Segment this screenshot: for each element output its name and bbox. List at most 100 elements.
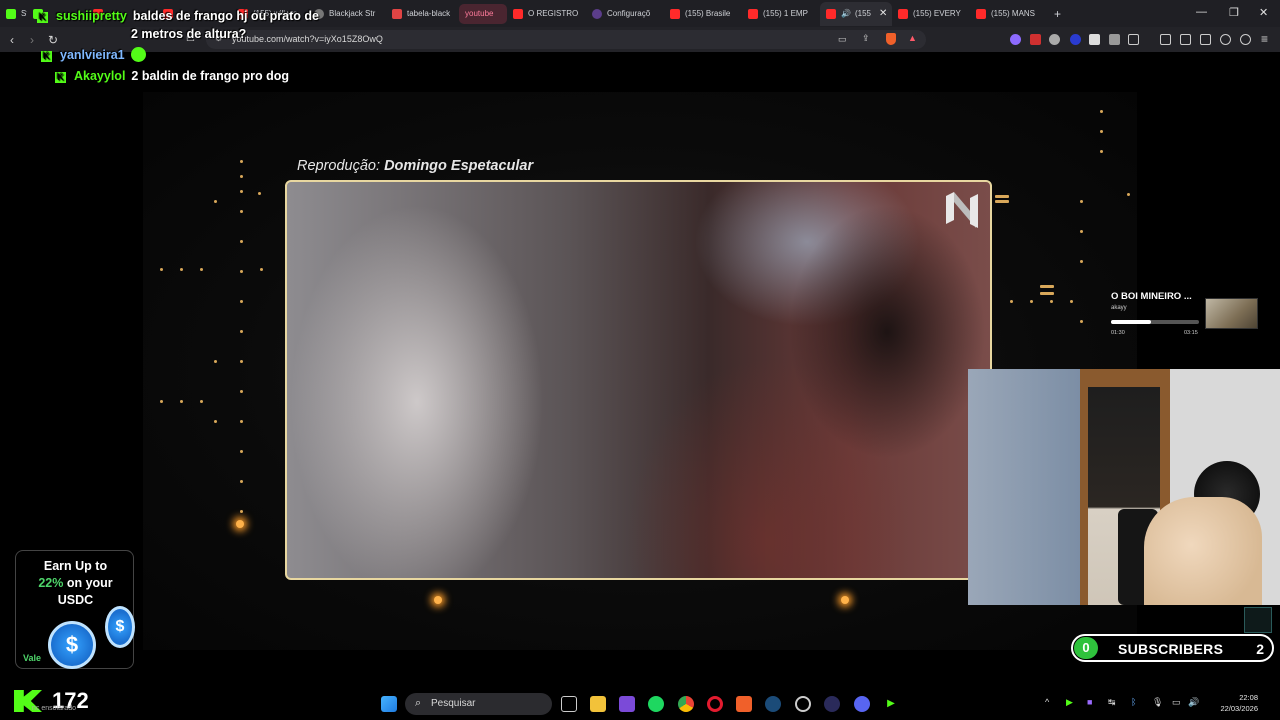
subscribers-right-count: 2 <box>1256 641 1264 657</box>
tab-label: (155) 1 EMP <box>763 9 808 18</box>
tab-youtube-search[interactable]: youtube <box>459 3 507 24</box>
speaker-icon[interactable]: 🔊 <box>841 9 851 18</box>
song-progress-bar <box>1111 320 1199 324</box>
extension-icon[interactable] <box>1089 34 1100 45</box>
reload-icon[interactable]: ↻ <box>48 33 58 47</box>
close-window-button[interactable]: ✕ <box>1259 6 1268 19</box>
minimize-button[interactable]: — <box>1196 6 1207 18</box>
usdc-ad-card[interactable]: Earn Up to 22% on your USDC $ $ Vale <box>15 550 135 669</box>
brave-icon[interactable] <box>736 696 752 712</box>
search-icon: ⌕ <box>415 697 422 709</box>
app-icon[interactable] <box>824 696 840 712</box>
tray-overflow-icon[interactable]: ^ <box>1045 697 1049 707</box>
ad-currency: USDC <box>57 593 94 607</box>
youtube-icon <box>976 8 986 19</box>
tab-mans[interactable]: (155) MANS <box>970 2 1048 26</box>
streaming-app-icon[interactable]: ▶ <box>883 696 899 712</box>
clock-time: 22:08 <box>1239 693 1258 702</box>
brave-shield-icon[interactable] <box>886 33 896 45</box>
song-artist: akayy <box>1111 305 1127 311</box>
channel-logo-icon <box>946 192 978 228</box>
clock-date: 22/03/2026 <box>1220 704 1258 713</box>
ad-footer: Vale <box>23 653 42 663</box>
extension-icon[interactable] <box>1070 34 1081 45</box>
caption-prefix: Reprodução: <box>297 158 381 174</box>
spotify-icon[interactable] <box>648 696 664 712</box>
tab-kick[interactable]: St <box>0 2 27 26</box>
app-icon[interactable] <box>795 696 811 712</box>
tab-configuracoes[interactable]: Configuraçõ <box>586 2 664 26</box>
steam-icon[interactable] <box>765 696 781 712</box>
extension-icon[interactable] <box>1128 34 1139 45</box>
chat-text: 2 metros de altura? <box>131 27 247 41</box>
tab-label: tabela-black <box>407 9 451 18</box>
kick-badge-icon: K <box>37 12 48 23</box>
address-bar[interactable]: ⚙ youtube.com/watch?v=iyXo15Z8OwQ ▭ ⇪ ▲ <box>206 30 926 49</box>
microphone-icon[interactable]: 🎙 <box>1152 697 1163 708</box>
tab-tabela[interactable]: tabela-black <box>386 2 459 26</box>
chat-username[interactable]: Akayylol <box>74 69 125 83</box>
song-total: 03:15 <box>1184 330 1198 336</box>
restore-button[interactable]: ❐ <box>1229 6 1239 19</box>
plus-icon: + <box>1054 6 1062 21</box>
discord-icon[interactable] <box>854 696 870 712</box>
chat-username[interactable]: sushiipretty <box>56 9 127 23</box>
tab-active-playing[interactable]: 🔊 (155 ✕ <box>820 1 892 26</box>
tray-app-icon[interactable]: ▶ <box>1066 697 1073 708</box>
taskbar-search[interactable]: ⌕ Pesquisar <box>405 693 552 715</box>
file-explorer-icon[interactable] <box>590 696 606 712</box>
tab-1emp[interactable]: (155) 1 EMP <box>742 2 820 26</box>
close-tab-icon[interactable]: ✕ <box>879 8 887 19</box>
video-caption: Reprodução: Domingo Espetacular <box>297 158 533 174</box>
tray-app-icon[interactable]: ■ <box>1087 697 1092 707</box>
channel-logo-small-icon <box>1244 607 1272 633</box>
song-progress-fill <box>1111 320 1152 324</box>
chat-text: baldes de frango hj ou prato de <box>132 9 319 23</box>
tab-registro[interactable]: O REGISTRO <box>507 2 586 26</box>
bluetooth-icon[interactable]: ᛒ <box>1131 697 1136 707</box>
extension-icon[interactable] <box>1010 34 1021 45</box>
settings-icon <box>592 8 602 19</box>
youtube-icon <box>670 8 680 19</box>
system-clock[interactable]: 22:08 22/03/2026 <box>1206 692 1258 714</box>
song-elapsed: 01:30 <box>1111 330 1125 336</box>
network-icon[interactable]: ▭ <box>1172 697 1181 708</box>
video-frame[interactable] <box>285 180 992 580</box>
album-art <box>1205 298 1258 329</box>
music-note-icon[interactable] <box>1160 34 1171 45</box>
extension-icon[interactable] <box>1049 34 1060 45</box>
chrome-icon[interactable] <box>678 696 694 712</box>
opera-icon[interactable] <box>707 696 723 712</box>
pip-icon[interactable]: ▭ <box>838 34 847 45</box>
task-view-icon[interactable] <box>561 696 577 712</box>
share-icon[interactable]: ⇪ <box>862 33 870 44</box>
volume-icon[interactable]: 🔊 <box>1188 697 1199 708</box>
puzzle-icon[interactable] <box>1109 34 1120 45</box>
youtube-icon <box>826 8 836 19</box>
leo-ai-icon[interactable] <box>1220 34 1231 45</box>
sheet-icon <box>392 8 402 19</box>
tab-label: (155) Brasile <box>685 9 731 18</box>
wallet-icon[interactable] <box>1200 34 1211 45</box>
back-icon[interactable]: ‹ <box>10 33 14 47</box>
tab-label: Blackjack Str <box>329 9 376 18</box>
chat-username[interactable]: yanlvieira1 <box>60 48 125 62</box>
menu-icon[interactable]: ≡ <box>1261 32 1268 46</box>
tab-every[interactable]: (155) EVERY <box>892 2 970 26</box>
forward-icon[interactable]: › <box>30 33 34 47</box>
sidebar-icon[interactable] <box>1180 34 1191 45</box>
tab-blackjack[interactable]: Blackjack Str <box>308 2 386 26</box>
tray-app-icon[interactable]: ↹ <box>1108 697 1116 708</box>
app-grid-icon[interactable] <box>619 696 635 712</box>
vpn-icon[interactable] <box>1240 34 1251 45</box>
start-icon[interactable] <box>381 696 397 712</box>
brave-rewards-icon[interactable]: ▲ <box>908 33 917 43</box>
new-tab-button[interactable]: + <box>1048 2 1072 26</box>
tab-brasile[interactable]: (155) Brasile <box>664 2 742 26</box>
youtube-icon <box>748 8 758 19</box>
extension-icon[interactable] <box>1030 34 1041 45</box>
usdc-coin-icon: $ <box>105 606 135 648</box>
kick-badge-icon: K <box>55 72 66 83</box>
webcam-overlay <box>968 369 1280 605</box>
chat-message: K Akayylol 2 baldin de frango pro dog <box>55 67 289 86</box>
